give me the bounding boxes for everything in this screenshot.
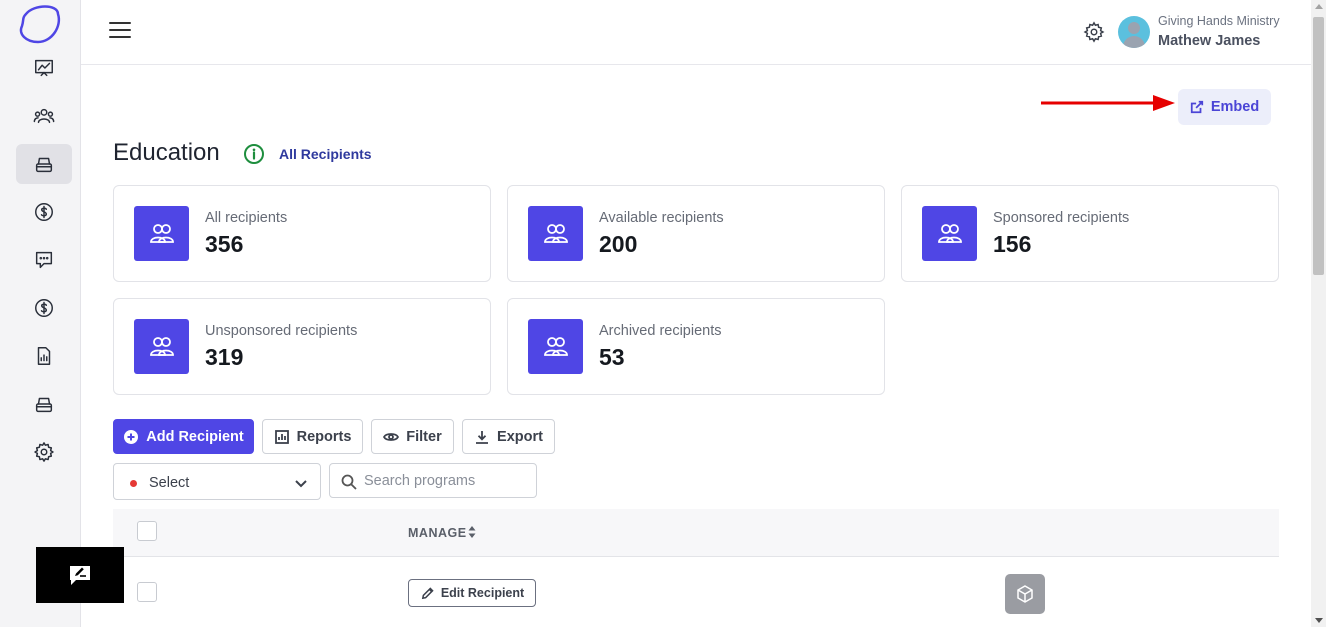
embed-label: Embed xyxy=(1210,99,1260,115)
feedback-icon xyxy=(70,566,90,585)
vertical-scrollbar[interactable] xyxy=(1311,0,1326,627)
add-recipient-label: Add Recipient xyxy=(146,428,244,445)
stat-card-unsponsored[interactable]: Unsponsored recipients 319 xyxy=(113,298,491,395)
top-bar: Giving Hands Ministry Mathew James xyxy=(81,0,1311,65)
row-checkbox[interactable] xyxy=(137,582,157,602)
bar-chart-icon xyxy=(274,429,289,444)
stat-label: Available recipients xyxy=(599,210,724,226)
education-icon xyxy=(35,157,53,173)
stat-card-available[interactable]: Available recipients 200 xyxy=(507,185,885,282)
chevron-down-icon xyxy=(295,480,307,488)
sidebar xyxy=(0,0,81,627)
sort-icon[interactable] xyxy=(468,525,476,539)
dollar-icon xyxy=(35,203,53,221)
stat-label: Sponsored recipients xyxy=(993,210,1130,226)
edit-recipient-label: Edit Recipient xyxy=(440,586,525,600)
stat-value: 319 xyxy=(205,344,244,370)
status-dot xyxy=(130,480,137,487)
select-all-checkbox[interactable] xyxy=(137,521,157,541)
sidebar-item-education[interactable] xyxy=(16,144,72,184)
edit-recipient-button[interactable]: Edit Recipient xyxy=(408,579,536,607)
report-icon xyxy=(37,347,51,365)
search-input[interactable] xyxy=(364,464,532,497)
select-value: Select xyxy=(149,475,190,491)
download-icon xyxy=(476,430,489,444)
stat-card-archived[interactable]: Archived recipients 53 xyxy=(507,298,885,395)
stat-value: 53 xyxy=(599,344,625,370)
feedback-widget-button[interactable] xyxy=(36,547,124,603)
users-icon xyxy=(33,108,55,124)
filter-label: Filter xyxy=(406,428,442,445)
recipients-icon xyxy=(528,206,583,261)
sidebar-item-analytics[interactable] xyxy=(16,48,72,88)
column-header-manage[interactable]: MANAGE xyxy=(408,526,467,540)
recipients-icon xyxy=(134,206,189,261)
reports-label: Reports xyxy=(296,428,352,445)
scroll-down-arrow-icon[interactable] xyxy=(1315,618,1323,623)
stat-label: Archived recipients xyxy=(599,323,722,339)
sidebar-item-users[interactable] xyxy=(16,96,72,136)
stat-card-sponsored[interactable]: Sponsored recipients 156 xyxy=(901,185,1279,282)
eye-icon xyxy=(383,432,400,441)
app-logo[interactable] xyxy=(18,4,62,44)
pencil-icon xyxy=(421,586,434,599)
package-button[interactable] xyxy=(1005,574,1045,614)
avatar[interactable] xyxy=(1118,16,1150,48)
stat-value: 200 xyxy=(599,231,638,257)
stat-value: 356 xyxy=(205,231,244,257)
all-recipients-link[interactable]: All Recipients xyxy=(279,146,372,162)
stat-label: All recipients xyxy=(205,210,288,226)
sidebar-item-settings[interactable] xyxy=(16,432,72,472)
gear-icon xyxy=(1083,21,1105,43)
recipients-icon xyxy=(134,319,189,374)
external-link-icon xyxy=(1190,100,1203,114)
inventory-icon xyxy=(35,397,53,413)
search-icon xyxy=(341,474,357,490)
red-arrow-annotation xyxy=(1041,95,1175,111)
page-title: Education xyxy=(113,139,220,166)
stat-value: 156 xyxy=(993,231,1032,257)
filter-button[interactable]: Filter xyxy=(371,419,454,454)
scroll-thumb[interactable] xyxy=(1313,17,1324,275)
user-name[interactable]: Mathew James xyxy=(1158,33,1260,49)
sidebar-item-inventory[interactable] xyxy=(16,384,72,424)
sidebar-item-reports[interactable] xyxy=(16,336,72,376)
settings-button[interactable] xyxy=(1083,21,1105,43)
recipients-icon xyxy=(922,206,977,261)
stat-label: Unsponsored recipients xyxy=(205,323,358,339)
stat-card-all[interactable]: All recipients 356 xyxy=(113,185,491,282)
export-button[interactable]: Export xyxy=(462,419,555,454)
gear-icon xyxy=(34,442,54,462)
analytics-icon xyxy=(35,59,53,77)
info-icon[interactable] xyxy=(243,143,265,165)
hamburger-menu-icon[interactable] xyxy=(109,22,131,42)
sidebar-item-messages[interactable] xyxy=(16,240,72,280)
plus-circle-icon xyxy=(124,429,139,444)
reports-button[interactable]: Reports xyxy=(262,419,363,454)
table-header: MANAGE xyxy=(113,509,1279,557)
export-label: Export xyxy=(497,428,543,445)
scroll-up-arrow-icon[interactable] xyxy=(1315,4,1323,9)
cube-icon xyxy=(1017,585,1033,603)
embed-button[interactable]: Embed xyxy=(1178,89,1271,125)
search-box xyxy=(329,463,537,498)
main-content: Giving Hands Ministry Mathew James Embed… xyxy=(81,0,1311,627)
sidebar-item-finance[interactable] xyxy=(16,288,72,328)
add-recipient-button[interactable]: Add Recipient xyxy=(113,419,254,454)
dollar-icon xyxy=(35,299,53,317)
sidebar-item-donations[interactable] xyxy=(16,192,72,232)
status-select[interactable]: Select xyxy=(113,463,321,500)
org-name: Giving Hands Ministry xyxy=(1158,14,1280,28)
recipients-icon xyxy=(528,319,583,374)
chat-icon xyxy=(35,251,53,269)
